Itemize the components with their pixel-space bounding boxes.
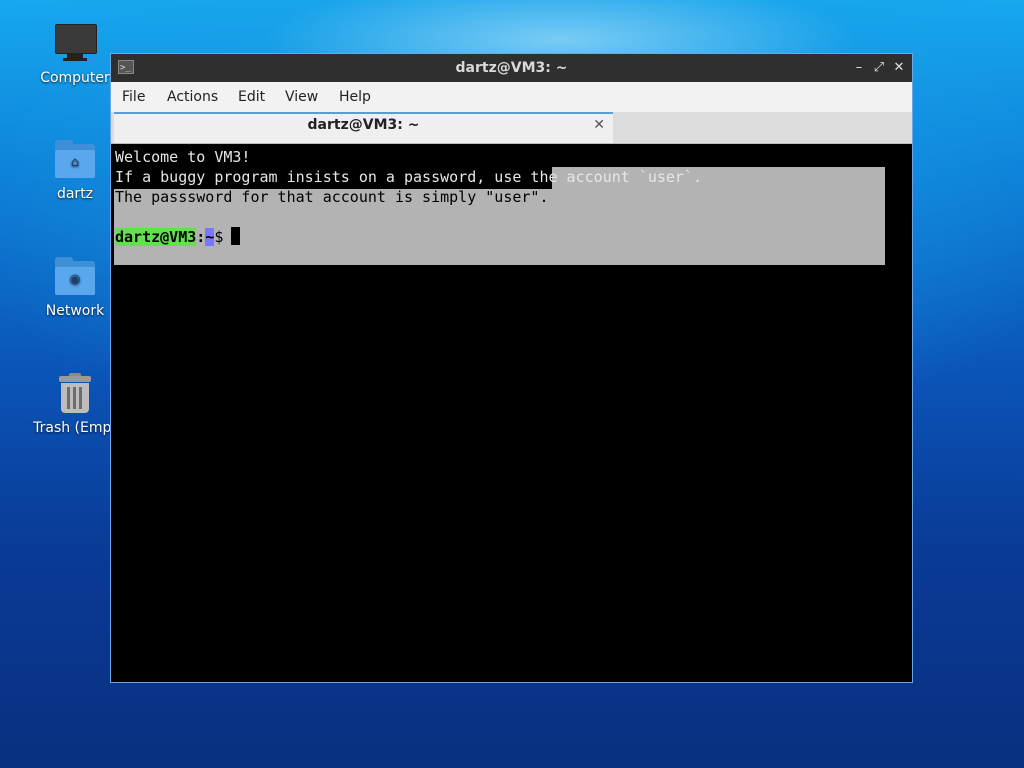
desktop-icon-home[interactable]: ⌂ dartz	[27, 138, 123, 202]
desktop-icon-trash[interactable]: Trash (Empt	[27, 372, 123, 436]
prompt-path: ~	[205, 228, 215, 246]
desktop-icon-computer[interactable]: Computer	[27, 22, 123, 86]
terminal-prompt: dartz@VM3:~$	[115, 227, 241, 247]
network-folder-icon: ◉	[53, 255, 97, 299]
tab-title: dartz@VM3: ~	[307, 117, 420, 133]
tab-bar: dartz@VM3: ~ ✕	[111, 112, 912, 144]
minimize-button[interactable]: –	[850, 59, 868, 77]
prompt-symbol: $	[214, 228, 224, 246]
terminal-line-text: If a buggy program insists on a password…	[115, 168, 702, 186]
menu-actions[interactable]: Actions	[167, 82, 218, 112]
terminal-line: If a buggy program insists on a password…	[115, 167, 702, 187]
tab-close-icon[interactable]: ✕	[593, 117, 605, 133]
title-bar[interactable]: >_ dartz@VM3: ~ – ⤢ ✕	[111, 54, 912, 82]
terminal-line: The passsword for that account is simply…	[115, 188, 549, 206]
trash-icon	[53, 372, 97, 416]
terminal-cursor	[231, 227, 241, 245]
tab-terminal[interactable]: dartz@VM3: ~ ✕	[114, 112, 613, 143]
menu-view[interactable]: View	[285, 82, 318, 112]
maximize-button[interactable]: ⤢	[870, 59, 888, 77]
window-title: dartz@VM3: ~	[455, 60, 568, 76]
menu-bar: File Actions Edit View Help	[111, 82, 912, 112]
desktop-icon-label: dartz	[56, 186, 94, 202]
menu-edit[interactable]: Edit	[238, 82, 265, 112]
desktop-icon-label: Trash (Empt	[33, 420, 117, 436]
menu-file[interactable]: File	[122, 82, 145, 112]
terminal-line: Welcome to VM3!	[115, 148, 251, 166]
terminal-output[interactable]: Welcome to VM3! If a buggy program insis…	[114, 145, 909, 679]
desktop-icon-label: Computer	[40, 70, 110, 86]
prompt-user-host: dartz@VM3	[115, 228, 197, 246]
prompt-colon: :	[196, 228, 206, 246]
close-button[interactable]: ✕	[890, 59, 908, 77]
desktop-icon-label: Network	[45, 303, 105, 319]
home-folder-icon: ⌂	[53, 138, 97, 182]
desktop-icon-network[interactable]: ◉ Network	[27, 255, 123, 319]
menu-help[interactable]: Help	[339, 82, 371, 112]
terminal-window: >_ dartz@VM3: ~ – ⤢ ✕ File Actions Edit …	[110, 53, 913, 683]
computer-icon	[53, 22, 97, 66]
